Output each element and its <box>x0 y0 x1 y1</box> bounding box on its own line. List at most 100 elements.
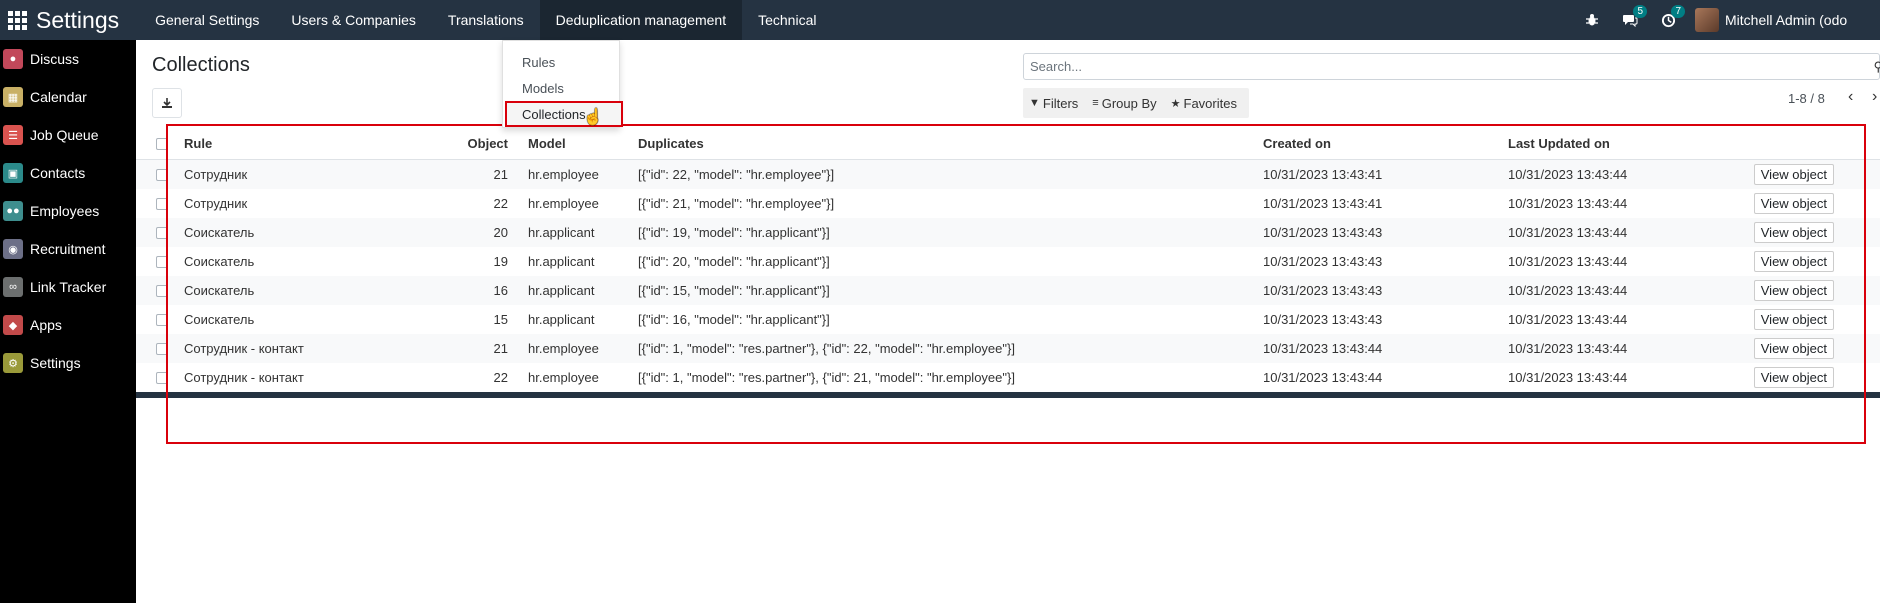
row-checkbox[interactable] <box>156 168 168 181</box>
sidebar-item-contacts[interactable]: ▣ Contacts <box>0 154 136 192</box>
sidebar-item-label: Job Queue <box>30 127 99 143</box>
cell-duplicates: [{"id": 19, "model": "hr.applicant"}] <box>638 225 830 240</box>
menu-users-companies[interactable]: Users & Companies <box>275 0 432 40</box>
row-checkbox[interactable] <box>156 371 168 384</box>
dropdown-item-models[interactable]: Models <box>503 75 619 101</box>
column-header-created-on[interactable]: Created on <box>1263 136 1508 151</box>
filters-label: Filters <box>1042 95 1079 111</box>
select-all-cell <box>136 137 170 150</box>
sidebar-item-employees[interactable]: ●● Employees <box>0 192 136 230</box>
sidebar-item-apps[interactable]: ◆ Apps <box>0 306 136 344</box>
table-row[interactable]: Сотрудник 21 hr.employee [{"id": 22, "model… <box>136 160 1880 189</box>
cell-duplicates: [{"id": 16, "model": "hr.applicant"}] <box>638 312 830 327</box>
menu-general-settings[interactable]: General Settings <box>139 0 275 40</box>
cell-created-on: 10/31/2023 13:43:43 <box>1263 225 1383 240</box>
main-content: Collections ⚲ ▼ Filters ≡ Group By ★ Fav… <box>136 40 1880 603</box>
cell-created-on: 10/31/2023 13:43:41 <box>1263 196 1383 211</box>
export-button[interactable] <box>152 88 182 118</box>
view-object-button[interactable]: View object <box>1753 222 1834 243</box>
table-row[interactable]: Сотрудник 22 hr.employee [{"id": 21, "model… <box>136 189 1880 218</box>
sidebar-item-settings[interactable]: ⚙ Settings <box>0 344 136 382</box>
cell-object: 19 <box>493 254 508 269</box>
column-header-model[interactable]: Model <box>508 136 638 151</box>
sidebar-item-label: Discuss <box>30 51 80 67</box>
row-checkbox[interactable] <box>156 313 168 326</box>
table-row[interactable]: Соискатель 16 hr.applicant [{"id": 15, "mod… <box>136 276 1880 305</box>
pager-value[interactable]: 1-8 / 8 <box>1788 91 1825 106</box>
menu-deduplication-management[interactable]: Deduplication management <box>539 0 743 40</box>
app-title[interactable]: Settings <box>36 7 119 34</box>
view-object-button[interactable]: View object <box>1753 164 1834 185</box>
cell-action: View object <box>1728 251 1838 272</box>
view-object-button[interactable]: View object <box>1753 367 1834 388</box>
cell-last-updated-on: 10/31/2023 13:43:44 <box>1508 225 1628 240</box>
row-select-cell <box>136 313 170 326</box>
row-checkbox[interactable] <box>156 226 168 239</box>
column-header-object[interactable]: Object <box>460 136 508 151</box>
cell-created-on: 10/31/2023 13:43:43 <box>1263 312 1383 327</box>
activities-clock-icon[interactable]: 7 <box>1657 5 1685 31</box>
search-input[interactable] <box>1024 54 1844 79</box>
row-checkbox[interactable] <box>156 284 168 297</box>
sidebar-item-discuss[interactable]: ● Discuss <box>0 40 136 78</box>
sidebar-item-recruitment[interactable]: ◉ Recruitment <box>0 230 136 268</box>
layers-icon: ≡ <box>1092 97 1099 109</box>
dropdown-item-collections[interactable]: Collections <box>505 101 623 127</box>
cell-action: View object <box>1728 367 1838 388</box>
menu-technical[interactable]: Technical <box>742 0 832 40</box>
app-menu-icon[interactable] <box>5 8 29 32</box>
systray: 5 7 Mitchell Admin (odo <box>1581 0 1880 40</box>
column-header-last-updated-on[interactable]: Last Updated on <box>1508 136 1728 151</box>
view-object-button[interactable]: View object <box>1753 280 1834 301</box>
sidebar-item-calendar[interactable]: ▦ Calendar <box>0 78 136 116</box>
user-avatar[interactable] <box>1695 8 1719 32</box>
row-checkbox[interactable] <box>156 342 168 355</box>
table-row[interactable]: Соискатель 20 hr.applicant [{"id": 19, "mod… <box>136 218 1880 247</box>
cell-rule: Сотрудник - контакт <box>184 341 304 356</box>
view-object-button[interactable]: View object <box>1753 309 1834 330</box>
table-row[interactable]: Соискатель 19 hr.applicant [{"id": 20, "mod… <box>136 247 1880 276</box>
page-title: Collections <box>152 54 250 76</box>
cell-rule: Соискатель <box>184 225 255 240</box>
filters-button[interactable]: ▼ Filters <box>1029 96 1078 111</box>
row-checkbox[interactable] <box>156 197 168 210</box>
column-header-duplicates[interactable]: Duplicates <box>638 136 1263 151</box>
cell-object: 21 <box>493 341 508 356</box>
column-header-rule[interactable]: Rule <box>170 136 460 151</box>
view-object-button[interactable]: View object <box>1753 193 1834 214</box>
sidebar-item-link-tracker[interactable]: ∞ Link Tracker <box>0 268 136 306</box>
sidebar-item-job-queue[interactable]: ☰ Job Queue <box>0 116 136 154</box>
cell-created-on: 10/31/2023 13:43:44 <box>1263 341 1383 356</box>
search-icon[interactable]: ⚲ <box>1873 59 1880 75</box>
chevron-left-icon[interactable]: ‹ <box>1848 88 1853 106</box>
debug-bug-icon[interactable] <box>1581 9 1603 31</box>
user-menu[interactable]: Mitchell Admin (odo <box>1725 12 1880 28</box>
row-checkbox[interactable] <box>156 255 168 268</box>
table-row[interactable]: Сотрудник - контакт 22 hr.employee [{"id": … <box>136 363 1880 392</box>
list-icon: ☰ <box>3 125 23 145</box>
sidebar-item-label: Settings <box>30 355 81 371</box>
chevron-right-icon[interactable]: › <box>1872 88 1877 106</box>
group-by-button[interactable]: ≡ Group By <box>1092 96 1156 111</box>
favorites-button[interactable]: ★ Favorites <box>1171 96 1237 111</box>
menu-translations[interactable]: Translations <box>432 0 540 40</box>
cell-model: hr.employee <box>528 196 599 211</box>
group-by-label: Group By <box>1101 95 1157 111</box>
dropdown-item-rules[interactable]: Rules <box>503 49 619 75</box>
table-row[interactable]: Соискатель 15 hr.applicant [{"id": 16, "mod… <box>136 305 1880 334</box>
cell-model: hr.employee <box>528 167 599 182</box>
cell-last-updated-on: 10/31/2023 13:43:44 <box>1508 370 1628 385</box>
cell-object: 22 <box>493 196 508 211</box>
contacts-icon: ▣ <box>3 163 23 183</box>
row-select-cell <box>136 168 170 181</box>
sidebar-item-label: Recruitment <box>30 241 106 257</box>
select-all-checkbox[interactable] <box>156 137 168 150</box>
view-object-button[interactable]: View object <box>1753 251 1834 272</box>
activities-badge: 7 <box>1671 5 1685 18</box>
messages-icon[interactable]: 5 <box>1619 5 1647 31</box>
cell-model: hr.applicant <box>528 254 595 269</box>
messages-badge: 5 <box>1633 5 1647 18</box>
table-row[interactable]: Сотрудник - контакт 21 hr.employee [{"id": … <box>136 334 1880 363</box>
view-object-button[interactable]: View object <box>1753 338 1834 359</box>
row-select-cell <box>136 226 170 239</box>
